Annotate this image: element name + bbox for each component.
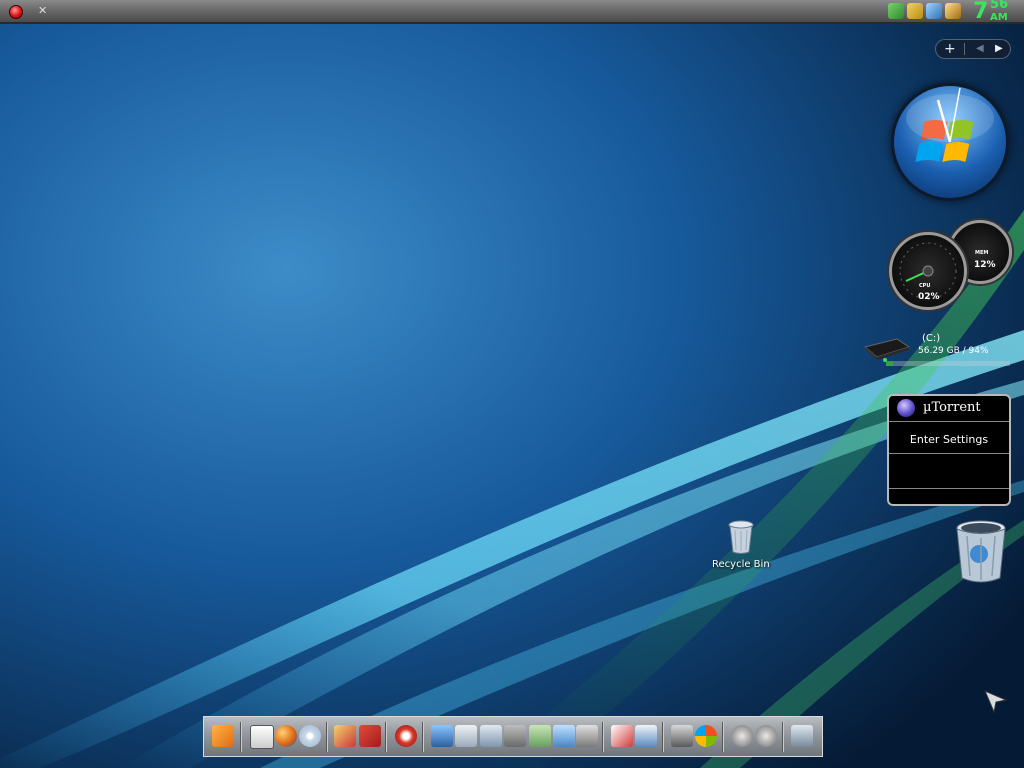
divider (964, 43, 965, 55)
magic-wand-icon[interactable] (945, 3, 961, 19)
calendar-icon[interactable] (250, 725, 274, 749)
dock-separator (782, 722, 783, 752)
divider (889, 488, 1009, 489)
media-player-icon[interactable] (212, 725, 234, 747)
system-tray (888, 3, 961, 19)
display-icon[interactable] (635, 725, 657, 747)
utorrent-gadget: µTorrent Enter Settings (887, 394, 1011, 506)
dock-separator (722, 722, 723, 752)
folder-icon[interactable] (529, 725, 551, 747)
network-icon[interactable] (888, 3, 904, 19)
drive-info: 56.29 GB / 94% (918, 346, 989, 356)
dvd-icon[interactable] (299, 725, 321, 747)
clock-minutes: 56 (990, 0, 1009, 12)
dock-separator (422, 722, 423, 752)
back-icon[interactable] (755, 725, 777, 747)
cpu-gauge-label: CPU (919, 283, 931, 289)
documents-icon[interactable] (455, 725, 477, 747)
network-icon[interactable] (553, 725, 575, 747)
dock-separator (240, 722, 241, 752)
divider (889, 453, 1009, 454)
refresh-icon[interactable] (907, 3, 923, 19)
power-icon[interactable] (731, 725, 753, 747)
chip-icon (863, 338, 911, 362)
memory-gauge-value: 12% (974, 260, 996, 270)
monitor-icon[interactable] (926, 3, 942, 19)
drive-usage-bar (886, 361, 1010, 366)
next-page-button[interactable]: ▶ (995, 41, 1003, 57)
large-recycle-bin-icon[interactable] (955, 520, 1007, 584)
sidebar-controls: + ◀ ▶ (935, 39, 1011, 59)
windows-logo-icon (906, 87, 994, 162)
utorrent-header: µTorrent (889, 396, 1009, 422)
top-bar: ✕ 7 56 AM (0, 0, 1024, 24)
memory-gauge-label: MEM (975, 250, 989, 256)
toolbox-icon[interactable] (359, 725, 381, 747)
recycle-bin-icon[interactable] (728, 520, 754, 554)
prev-page-button[interactable]: ◀ (976, 41, 984, 57)
dock-separator (326, 722, 327, 752)
dock-separator (385, 722, 386, 752)
windows-icon[interactable] (695, 725, 717, 747)
clock-ampm: AM (990, 12, 1008, 23)
utorrent-title: µTorrent (923, 400, 981, 415)
calculator-icon[interactable] (576, 725, 598, 747)
ccleaner-icon[interactable] (395, 725, 417, 747)
close-icon[interactable]: ✕ (38, 4, 47, 17)
recycle-bin-label[interactable]: Recycle Bin (712, 559, 770, 570)
enter-settings-link[interactable]: Enter Settings (889, 433, 1009, 446)
mouse-cursor-icon (984, 690, 1008, 714)
trash-icon[interactable] (791, 725, 813, 747)
close-red-button[interactable] (9, 5, 23, 19)
tools-icon[interactable] (504, 725, 526, 747)
firefox-icon[interactable] (275, 725, 297, 747)
windows-orb-gadget[interactable] (894, 86, 1006, 198)
dock-separator (662, 722, 663, 752)
utorrent-logo-icon (897, 399, 915, 417)
add-gadget-button[interactable]: + (944, 40, 956, 58)
clock-hour: 7 (973, 0, 989, 24)
notepad-icon[interactable] (480, 725, 502, 747)
dock-separator (602, 722, 603, 752)
drive-usage-fill (886, 361, 894, 366)
desktop-wallpaper (0, 0, 1024, 768)
computer-icon[interactable] (431, 725, 453, 747)
settings-icon[interactable] (671, 725, 693, 747)
drive-label: (C:) (922, 333, 941, 344)
cpu-gauge-value: 02% (918, 292, 940, 302)
dock-bar (203, 716, 823, 757)
installer-icon[interactable] (611, 725, 633, 747)
paint-icon[interactable] (334, 725, 356, 747)
